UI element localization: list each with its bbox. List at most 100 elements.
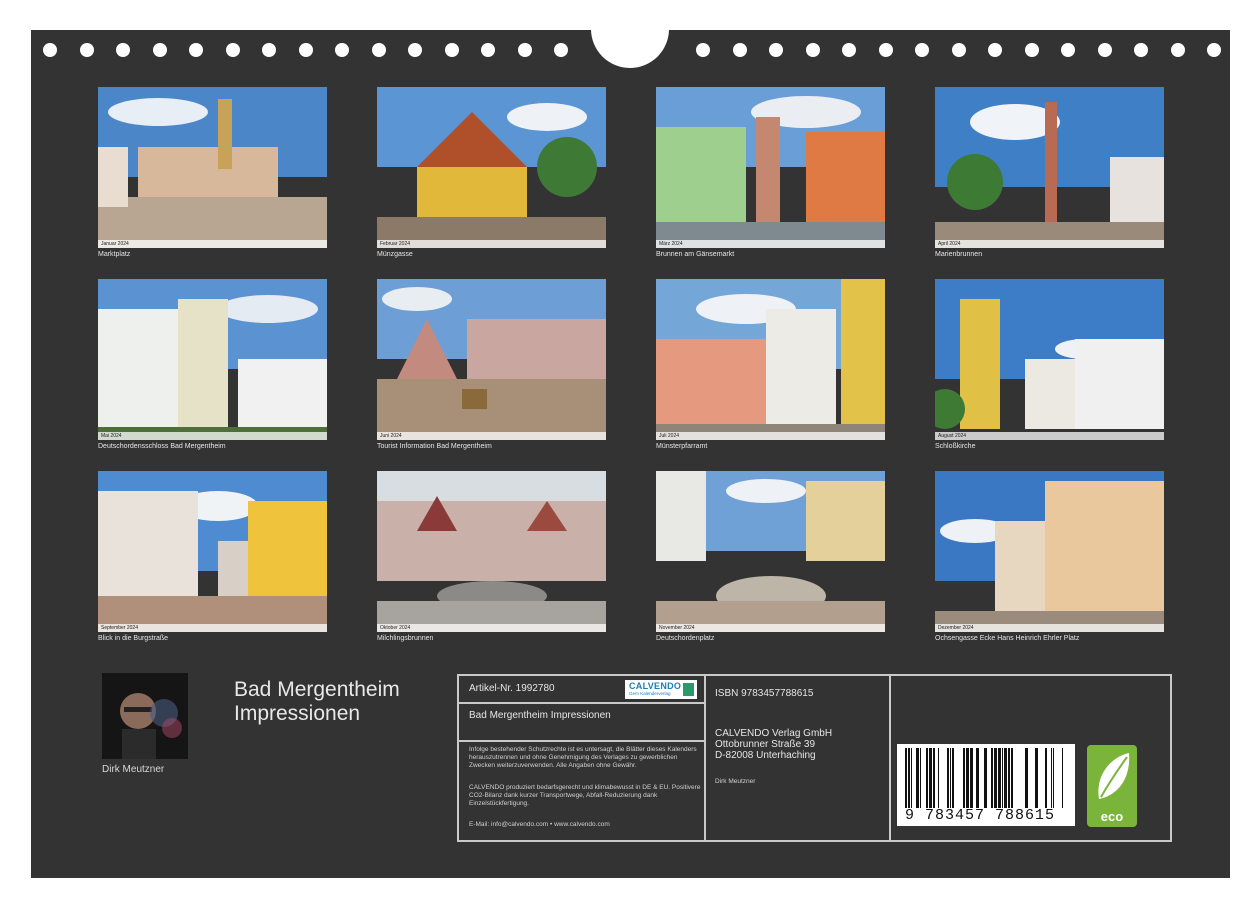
photo-tile: Mai 2024 bbox=[98, 279, 327, 440]
barcode-bar bbox=[911, 748, 912, 808]
binding-hole bbox=[152, 43, 167, 57]
binding-hole bbox=[805, 43, 820, 57]
photo-tile: Oktober 2024 bbox=[377, 471, 606, 632]
photo-deutschordensschloss bbox=[98, 279, 327, 440]
binding-hole bbox=[444, 43, 459, 57]
photo-tile: Februar 2024 bbox=[377, 87, 606, 248]
barcode-bar bbox=[1051, 748, 1052, 808]
publisher-name: CALVENDO Verlag GmbH bbox=[715, 728, 833, 739]
photo-marktplatz bbox=[98, 87, 327, 248]
author-portrait bbox=[102, 673, 188, 759]
barcode-bar bbox=[966, 748, 969, 808]
leaf-icon bbox=[1098, 753, 1130, 799]
author-name: Dirk Meutzner bbox=[102, 764, 165, 775]
author-portrait-image bbox=[102, 673, 188, 759]
barcode-bars bbox=[905, 748, 1063, 808]
photo-deutschordenplatz bbox=[656, 471, 885, 632]
photo-burgstrasse bbox=[98, 471, 327, 632]
barcode-bar bbox=[991, 748, 993, 808]
photo-tile: November 2024 bbox=[656, 471, 885, 632]
barcode-bar bbox=[1053, 748, 1054, 808]
photo-caption: Münzgasse bbox=[377, 251, 413, 258]
binding-hole bbox=[915, 43, 929, 57]
photo-milchlingsbrunnen bbox=[377, 471, 606, 632]
month-strip: März 2024 bbox=[656, 240, 885, 248]
binding-hole bbox=[335, 43, 349, 57]
barcode-bar bbox=[1035, 748, 1038, 808]
month-label: August 2024 bbox=[938, 433, 967, 439]
binding-hole bbox=[1024, 43, 1039, 57]
barcode-number: 9 783457 788615 bbox=[905, 807, 1056, 824]
binding-hole bbox=[554, 43, 568, 57]
month-label: Juni 2024 bbox=[380, 433, 402, 439]
binding-hole bbox=[189, 43, 203, 57]
barcode-bar bbox=[976, 748, 979, 808]
binding-hole bbox=[951, 43, 966, 57]
article-row: Artikel-Nr. 1992780 CALVENDO Gern Kalend… bbox=[459, 676, 704, 704]
calvendo-logo-mark bbox=[683, 683, 694, 696]
photo-tile: Dezember 2024 bbox=[935, 471, 1164, 632]
binding-hole bbox=[842, 43, 856, 57]
calendar-back-sheet: Januar 2024 Marktplatz Februar 2024 Münz… bbox=[31, 10, 1230, 878]
binding-hole bbox=[43, 43, 57, 57]
photo-tile: August 2024 bbox=[935, 279, 1164, 440]
barcode-bar bbox=[1025, 748, 1028, 808]
isbn-barcode: 9 783457 788615 bbox=[897, 744, 1075, 826]
month-label: Januar 2024 bbox=[101, 241, 129, 247]
contact-line: E-Mail: info@calvendo.com • www.calvendo… bbox=[469, 821, 610, 828]
month-label: Februar 2024 bbox=[380, 241, 411, 247]
photo-caption: Marienbrunnen bbox=[935, 251, 983, 258]
legal-notice: Infolge bestehender Schutzrechte ist es … bbox=[469, 746, 697, 769]
barcode-bar bbox=[984, 748, 987, 808]
calendar-title: Bad Mergentheim Impressionen bbox=[234, 678, 400, 726]
info-column-article: Artikel-Nr. 1992780 CALVENDO Gern Kalend… bbox=[459, 676, 706, 840]
calendar-title-line2: Impressionen bbox=[234, 702, 361, 725]
binding-hole bbox=[988, 43, 1002, 57]
publisher-city: D-82008 Unterhaching bbox=[715, 750, 816, 761]
photo-marienbrunnen bbox=[935, 87, 1164, 248]
photo-caption: Ochsengasse Ecke Hans Heinrich Ehrler Pl… bbox=[935, 635, 1080, 642]
barcode-bar bbox=[947, 748, 949, 808]
month-label: Juli 2024 bbox=[659, 433, 680, 439]
barcode-bar bbox=[1004, 748, 1007, 808]
publisher-street: Ottobrunner Straße 39 bbox=[715, 739, 816, 750]
binding-hole bbox=[1061, 43, 1075, 57]
photo-caption: Schloßkirche bbox=[935, 443, 976, 450]
barcode-bar bbox=[908, 748, 910, 808]
photo-caption: Deutschordenplatz bbox=[656, 635, 715, 642]
barcode-bar bbox=[929, 748, 932, 808]
month-strip: Oktober 2024 bbox=[377, 624, 606, 632]
barcode-bar bbox=[938, 748, 939, 808]
binding-hole bbox=[79, 43, 94, 57]
binding-hole bbox=[878, 43, 893, 57]
month-label: Mai 2024 bbox=[101, 433, 122, 439]
month-strip: Juni 2024 bbox=[377, 432, 606, 440]
barcode-bar bbox=[933, 748, 935, 808]
photo-caption: Milchlingsbrunnen bbox=[377, 635, 434, 642]
photo-tile: September 2024 bbox=[98, 471, 327, 632]
month-strip: August 2024 bbox=[935, 432, 1164, 440]
article-number: Artikel-Nr. 1992780 bbox=[469, 683, 555, 694]
barcode-bar bbox=[994, 748, 997, 808]
binding-hole bbox=[408, 43, 422, 57]
binding-hole bbox=[769, 43, 783, 57]
photo-caption: Tourist Information Bad Mergentheim bbox=[377, 443, 492, 450]
month-strip: Mai 2024 bbox=[98, 432, 327, 440]
month-strip: September 2024 bbox=[98, 624, 327, 632]
month-strip: November 2024 bbox=[656, 624, 885, 632]
photo-tile: Juli 2024 bbox=[656, 279, 885, 440]
photo-tile: März 2024 bbox=[656, 87, 885, 248]
photo-schlosskirche bbox=[935, 279, 1164, 429]
barcode-bar bbox=[963, 748, 965, 808]
photo-caption: Blick in die Burgstraße bbox=[98, 635, 169, 642]
calvendo-logo-text: CALVENDO bbox=[629, 681, 682, 691]
binding-hole bbox=[298, 43, 313, 57]
month-strip: Februar 2024 bbox=[377, 240, 606, 248]
photo-muenzgasse bbox=[377, 87, 606, 248]
month-label: Dezember 2024 bbox=[938, 625, 974, 631]
month-strip: April 2024 bbox=[935, 240, 1164, 248]
isbn: ISBN 9783457788615 bbox=[715, 688, 814, 699]
binding-hole bbox=[732, 43, 747, 57]
barcode-bar bbox=[1045, 748, 1047, 808]
binding-hole bbox=[1134, 43, 1148, 57]
